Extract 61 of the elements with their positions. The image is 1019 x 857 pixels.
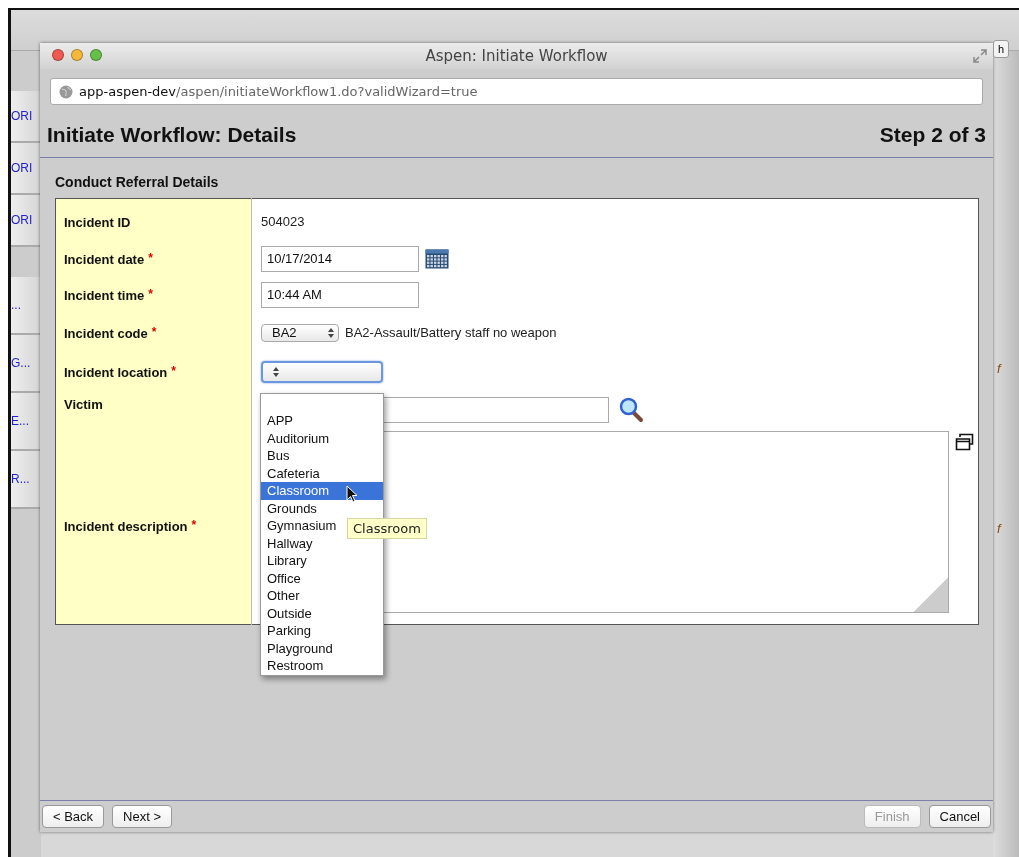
- calendar-icon[interactable]: [425, 248, 449, 269]
- dropdown-option[interactable]: Playground: [261, 639, 383, 657]
- updown-icon: [273, 366, 279, 377]
- close-button[interactable]: [52, 49, 64, 61]
- field-label: Victim: [64, 396, 103, 412]
- field-label: Incident description: [64, 519, 188, 535]
- field-value: 504023: [261, 214, 305, 230]
- required-mark: *: [191, 518, 197, 533]
- time-field[interactable]: 10:44 AM: [261, 281, 419, 308]
- dropdown-option[interactable]: Office: [261, 569, 383, 587]
- sidebar-link[interactable]: ORI: [11, 109, 33, 123]
- sidebar-link[interactable]: ORI: [11, 213, 33, 227]
- search-icon[interactable]: [619, 396, 645, 423]
- link-text[interactable]: f: [997, 521, 1001, 536]
- dropdown-option[interactable]: Classroom: [261, 482, 383, 500]
- dropdown-option[interactable]: Restroom: [261, 657, 383, 675]
- sidebar-link[interactable]: R...: [11, 472, 30, 486]
- field-label: Incident ID: [64, 214, 131, 230]
- updown-icon: [328, 327, 334, 338]
- required-mark: *: [148, 286, 153, 301]
- dropdown-option[interactable]: Bus: [261, 447, 383, 465]
- dropdown-option[interactable]: APP: [261, 412, 383, 430]
- address-bar[interactable]: app-aspen-dev/aspen/initiateWorkflow1.do?validWizard=true: [50, 78, 983, 105]
- dropdown-option[interactable]: Library: [261, 552, 383, 570]
- globe-icon: [59, 84, 73, 99]
- page-title: Initiate Workflow: Details: [47, 123, 297, 147]
- date-field[interactable]: 10/17/2014: [261, 245, 419, 272]
- dropdown-option[interactable]: Outside: [261, 604, 383, 622]
- wizard-button[interactable]: Next >: [112, 805, 173, 828]
- code-select[interactable]: BA2: [261, 323, 339, 342]
- wizard-button[interactable]: < Back: [42, 805, 105, 828]
- sidebar-link[interactable]: G...: [11, 356, 31, 370]
- cursor-icon: [346, 485, 358, 503]
- field-label: Incident time: [64, 287, 145, 303]
- code-description: BA2-Assault/Battery staff no weapon: [345, 325, 557, 340]
- window-title: Aspen: Initiate Workflow: [425, 47, 608, 65]
- field-label: Incident date: [64, 251, 145, 267]
- url-text: app-aspen-dev/aspen/initiateWorkflow1.do?validWizard=true: [79, 84, 478, 99]
- sidebar-link[interactable]: ...: [11, 298, 21, 312]
- sidebar-link[interactable]: E...: [11, 414, 29, 428]
- required-mark: *: [171, 363, 176, 378]
- zoom-button[interactable]: [90, 49, 102, 61]
- field-label: Incident code: [64, 325, 148, 341]
- required-mark: *: [148, 250, 153, 265]
- dropdown-option[interactable]: Parking: [261, 622, 383, 640]
- required-mark: *: [151, 324, 157, 339]
- tooltip: Classroom: [347, 518, 427, 539]
- fullscreen-icon[interactable]: [973, 49, 987, 63]
- dropdown-option[interactable]: Grounds: [261, 499, 383, 517]
- dropdown-option[interactable]: Other: [261, 587, 383, 605]
- minimize-button[interactable]: [71, 49, 83, 61]
- link-text[interactable]: f: [997, 361, 1001, 376]
- section-title: Conduct Referral Details: [55, 173, 220, 192]
- dropdown-option[interactable]: Cafeteria: [261, 464, 383, 482]
- location-select[interactable]: [261, 360, 383, 383]
- field-label: Incident location: [64, 364, 168, 380]
- wizard-button[interactable]: Cancel: [928, 805, 991, 828]
- dropdown-option[interactable]: Auditorium: [261, 429, 383, 447]
- expand-icon[interactable]: [955, 432, 974, 452]
- step-indicator: Step 2 of 3: [879, 123, 986, 147]
- sidebar-link[interactable]: ORI: [11, 161, 33, 175]
